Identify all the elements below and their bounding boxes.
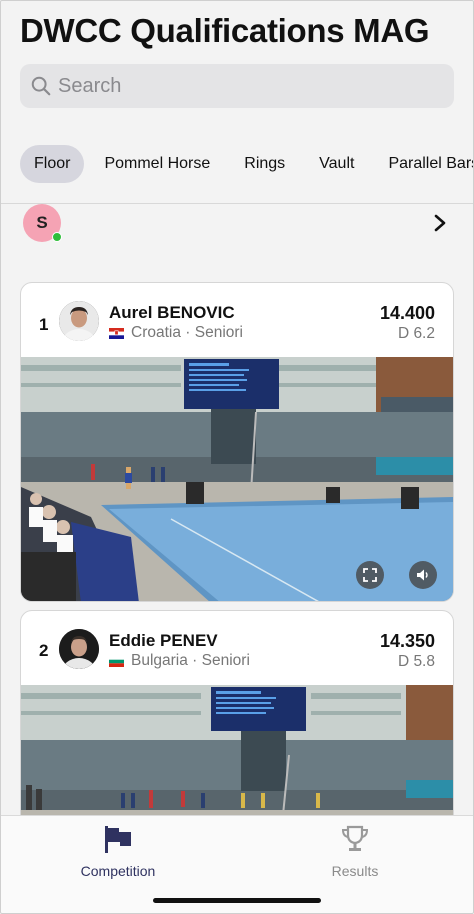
search-icon xyxy=(31,76,51,96)
difficulty-score: D 5.8 xyxy=(397,653,435,670)
speaker-icon xyxy=(417,569,428,581)
croatia-flag-icon xyxy=(109,327,124,339)
nav-competition[interactable]: Competition xyxy=(58,824,178,879)
tab-parallel-bars[interactable]: Parallel Bars xyxy=(374,145,474,183)
athlete-name: Eddie PENEV xyxy=(109,631,218,650)
meta-separator: · xyxy=(187,652,202,669)
rank-number: 2 xyxy=(39,641,49,660)
difficulty-score: D 6.2 xyxy=(397,325,435,342)
athlete-avatar xyxy=(59,629,99,669)
tab-pommel-horse[interactable]: Pommel Horse xyxy=(90,145,224,183)
trophy-icon xyxy=(341,825,369,851)
page-title: DWCC Qualifications MAG xyxy=(20,12,430,49)
athlete-meta: Croatia · Seniori xyxy=(109,324,243,342)
routine-video[interactable] xyxy=(21,357,453,601)
athlete-country: Bulgaria xyxy=(131,652,188,669)
search-bar[interactable] xyxy=(20,64,454,108)
rank-number: 1 xyxy=(39,315,49,334)
athlete-meta: Bulgaria · Seniori xyxy=(109,652,250,670)
arena-video-frame xyxy=(21,357,453,601)
nav-results[interactable]: Results xyxy=(295,824,415,879)
total-score: 14.400 xyxy=(379,303,435,323)
tab-vault[interactable]: Vault xyxy=(305,145,368,183)
online-status-dot xyxy=(52,232,62,242)
total-score: 14.350 xyxy=(379,631,435,651)
flag-icon xyxy=(105,826,131,853)
search-input[interactable] xyxy=(58,74,438,98)
athlete-avatar xyxy=(59,301,99,341)
meta-separator: · xyxy=(180,324,195,341)
athlete-category: Seniori xyxy=(194,324,243,341)
athlete-country: Croatia xyxy=(131,324,181,341)
tab-rings[interactable]: Rings xyxy=(230,145,299,183)
fullscreen-icon xyxy=(363,568,377,582)
chevron-right-icon[interactable] xyxy=(432,214,448,232)
apparatus-tabs: Floor Pommel Horse Rings Vault Parallel … xyxy=(20,145,474,183)
athlete-name: Aurel BENOVIC xyxy=(109,303,235,322)
bulgaria-flag-icon xyxy=(109,655,124,667)
athlete-category: Seniori xyxy=(201,652,250,669)
home-indicator xyxy=(153,898,321,903)
nav-label: Results xyxy=(331,863,379,879)
divider xyxy=(0,203,474,204)
tab-floor[interactable]: Floor xyxy=(20,145,85,183)
nav-label: Competition xyxy=(80,863,156,879)
fullscreen-button[interactable] xyxy=(356,561,384,589)
result-card[interactable]: 1 Aurel BENOVIC Croatia · Seniori 14.400… xyxy=(20,282,454,602)
mute-button[interactable] xyxy=(409,561,437,589)
